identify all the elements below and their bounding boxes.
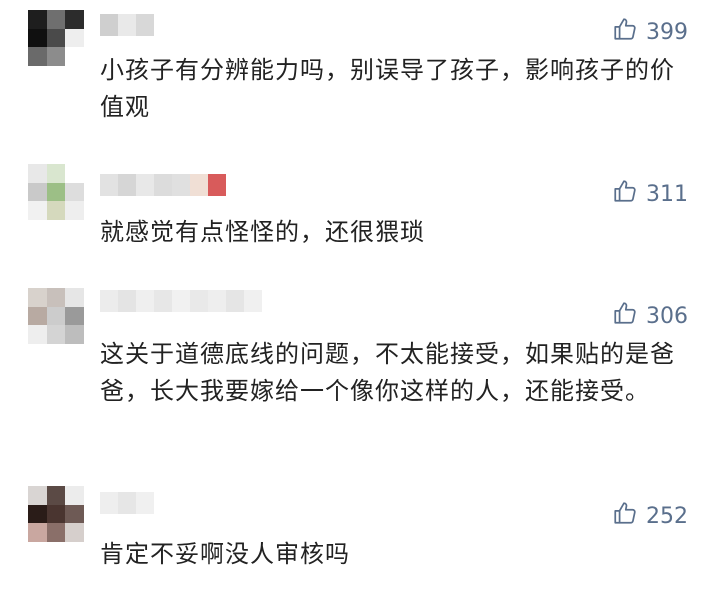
- thumbs-up-icon: [612, 178, 646, 210]
- comment-text: 小孩子有分辨能力吗，别误导了孩子，影响孩子的价值观: [100, 56, 675, 121]
- thumbs-up-icon: [612, 16, 646, 48]
- comment-text: 就感觉有点怪怪的，还很猥琐: [100, 218, 425, 246]
- like-count: 399: [646, 19, 688, 45]
- comment-text: 肯定不妥啊没人审核吗: [100, 540, 350, 568]
- like-count: 306: [646, 303, 688, 329]
- like-button[interactable]: 311: [612, 178, 688, 210]
- avatar[interactable]: [28, 164, 84, 220]
- username-blurred[interactable]: [100, 174, 226, 196]
- like-button[interactable]: 306: [612, 300, 688, 332]
- avatar[interactable]: [28, 288, 84, 344]
- username-blurred[interactable]: [100, 492, 154, 514]
- like-button[interactable]: 252: [612, 500, 688, 532]
- comment-text: 这关于道德底线的问题，不太能接受，如果贴的是爸爸，长大我要嫁给一个像你这样的人，…: [100, 340, 675, 405]
- like-count: 311: [646, 181, 688, 207]
- avatar[interactable]: [28, 10, 84, 66]
- like-button[interactable]: 399: [612, 16, 688, 48]
- like-count: 252: [646, 503, 688, 529]
- thumbs-up-icon: [612, 300, 646, 332]
- username-blurred[interactable]: [100, 14, 154, 36]
- username-blurred[interactable]: [100, 290, 262, 312]
- thumbs-up-icon: [612, 500, 646, 532]
- avatar[interactable]: [28, 486, 84, 542]
